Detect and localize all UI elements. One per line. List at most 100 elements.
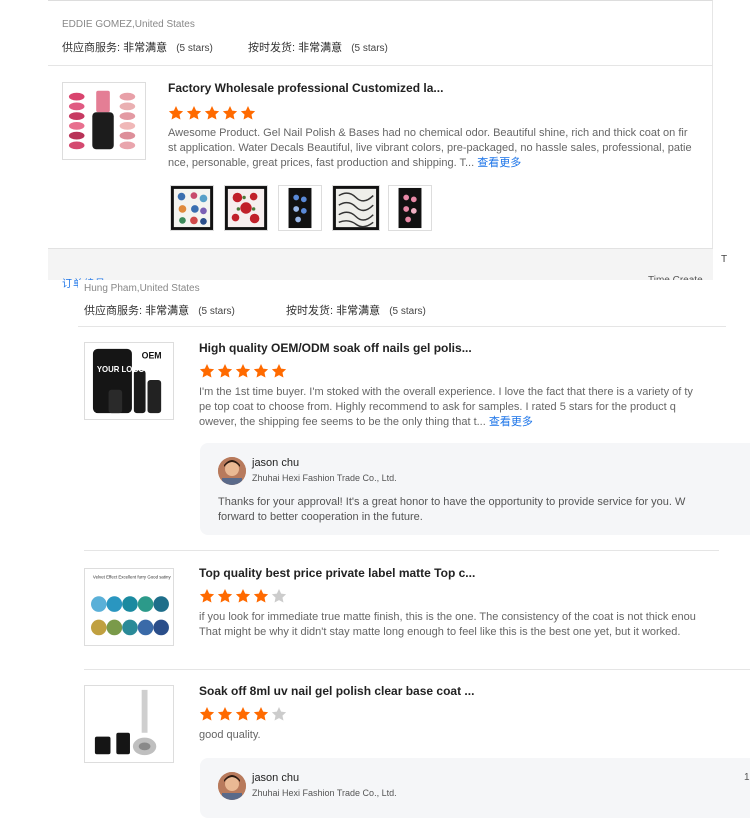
- see-more-link[interactable]: 查看更多: [477, 157, 521, 169]
- seller-reply: jason chu Zhuhai Hexi Fashion Trade Co.,…: [200, 443, 750, 535]
- review-text: Awesome Product. Gel Nail Polish & Bases…: [168, 126, 713, 171]
- product-title-link[interactable]: High quality OEM/ODM soak off nails gel …: [199, 341, 509, 355]
- image-caption: Velvet Effect Excellent furry Good satin…: [93, 575, 172, 580]
- star-icon: [235, 707, 251, 721]
- matte-polish-product-icon: Velvet Effect Excellent furry Good satin…: [85, 569, 173, 645]
- star-icon: [217, 707, 233, 721]
- review-line: good quality.: [199, 729, 261, 741]
- star-icon: [168, 106, 184, 120]
- pink-butterfly-decals-icon: [389, 186, 431, 230]
- review-card-top: EDDIE GOMEZ,United States 供应商服务: 非常满意 (5…: [48, 0, 713, 248]
- delivery-value: 非常满意: [336, 305, 381, 317]
- divider: [78, 326, 726, 327]
- star-icon: [235, 364, 251, 378]
- star-icon: [199, 707, 215, 721]
- logo-placeholder-label: YOUR LOGO: [97, 365, 145, 374]
- review-thumbnail[interactable]: [388, 185, 432, 231]
- star-icon: [186, 106, 202, 120]
- star-icon: [222, 106, 238, 120]
- product-title-link[interactable]: Soak off 8ml uv nail gel polish clear ba…: [199, 684, 509, 698]
- reply-author: jason chu: [252, 457, 300, 469]
- reply-company: Zhuhai Hexi Fashion Trade Co., Ltd.: [252, 473, 397, 483]
- review-line: I'm the 1st time buyer. I'm stoked with …: [199, 386, 693, 398]
- star-icon: [271, 589, 287, 603]
- supplier-service-stars: (5 stars): [176, 43, 213, 54]
- supplier-service-rating: 供应商服务: 非常满意 (5 stars): [84, 302, 235, 318]
- review-card-second: Hung Pham,United States 供应商服务: 非常满意 (5 s…: [78, 280, 750, 818]
- delivery-label: 按时发货:: [286, 305, 334, 317]
- review-thumbnail[interactable]: [278, 185, 322, 231]
- reviewer-name: EDDIE GOMEZ,United States: [62, 19, 195, 30]
- star-icon: [253, 589, 269, 603]
- supplier-service-stars: (5 stars): [198, 306, 235, 317]
- review-line-text: nce, personable, great prices, fast prod…: [168, 157, 475, 169]
- person-avatar-icon: [218, 772, 246, 800]
- delivery-rating: 按时发货: 非常满意 (5 stars): [248, 39, 388, 55]
- avatar: [218, 772, 246, 800]
- star-icon: [253, 364, 269, 378]
- review-line: nce, personable, great prices, fast prod…: [168, 156, 713, 171]
- review-line: if you look for immediate true matte fin…: [199, 611, 696, 623]
- butterfly-decals-icon: [171, 186, 213, 230]
- order-info-strip: 订单编号 0167156801200005 Time Create: [48, 248, 713, 290]
- gel-bottles-product-icon: OEM YOUR LOGO: [85, 343, 173, 419]
- rose-decals-icon: [225, 186, 267, 230]
- star-icon: [204, 106, 220, 120]
- star-rating: [199, 706, 289, 727]
- reply-author: jason chu: [252, 772, 300, 784]
- review-line: pe top coat to choose from. Highly recom…: [199, 401, 676, 413]
- delivery-label: 按时发货:: [248, 42, 296, 54]
- review-text: if you look for immediate true matte fin…: [199, 610, 750, 640]
- supplier-service-value: 非常满意: [123, 42, 168, 54]
- base-coat-product-icon: [85, 686, 173, 762]
- product-image[interactable]: [84, 685, 174, 763]
- blue-butterfly-decals-icon: [279, 186, 321, 230]
- reply-side-number: 1: [744, 772, 750, 783]
- divider: [48, 65, 713, 66]
- review-line: owever, the shipping fee seems to be the…: [199, 415, 750, 430]
- reply-line: forward to better cooperation in the fut…: [218, 511, 423, 523]
- star-icon: [217, 364, 233, 378]
- delivery-value: 非常满意: [298, 42, 343, 54]
- product-title-link[interactable]: Factory Wholesale professional Customize…: [168, 81, 458, 95]
- person-avatar-icon: [218, 457, 246, 485]
- supplier-service-label: 供应商服务:: [84, 305, 143, 317]
- supplier-service-rating: 供应商服务: 非常满意 (5 stars): [62, 39, 213, 55]
- avatar: [218, 457, 246, 485]
- star-rating: [199, 588, 289, 609]
- nail-polish-product-icon: [63, 83, 145, 159]
- review-text: I'm the 1st time buyer. I'm stoked with …: [199, 385, 750, 430]
- review-thumbnail[interactable]: [332, 185, 380, 231]
- star-icon: [199, 364, 215, 378]
- review-line: That might be why it didn't stay matte l…: [199, 626, 681, 638]
- star-icon: [235, 589, 251, 603]
- divider: [84, 550, 719, 551]
- review-line: st application. Water Decals Beautiful, …: [168, 142, 692, 154]
- product-image[interactable]: [62, 82, 146, 160]
- star-icon: [199, 589, 215, 603]
- see-more-link[interactable]: 查看更多: [489, 416, 533, 428]
- supplier-service-value: 非常满意: [145, 305, 190, 317]
- star-rating: [168, 105, 258, 126]
- delivery-rating: 按时发货: 非常满意 (5 stars): [286, 302, 426, 318]
- oem-label: OEM: [142, 351, 162, 361]
- review-thumbnail[interactable]: [224, 185, 268, 231]
- lace-pattern-decals-icon: [333, 186, 379, 230]
- product-title-link[interactable]: Top quality best price private label mat…: [199, 566, 509, 580]
- review-line-text: owever, the shipping fee seems to be the…: [199, 416, 486, 428]
- product-image[interactable]: Velvet Effect Excellent furry Good satin…: [84, 568, 174, 646]
- star-icon: [240, 106, 256, 120]
- reply-line: Thanks for your approval! It's a great h…: [218, 496, 686, 508]
- reviewer-name: Hung Pham,United States: [84, 283, 200, 294]
- supplier-service-label: 供应商服务:: [62, 42, 121, 54]
- star-rating: [199, 363, 289, 384]
- review-line: Awesome Product. Gel Nail Polish & Bases…: [168, 127, 688, 139]
- star-icon: [271, 364, 287, 378]
- reply-text: Thanks for your approval! It's a great h…: [218, 495, 750, 525]
- delivery-stars: (5 stars): [389, 306, 426, 317]
- product-image[interactable]: OEM YOUR LOGO: [84, 342, 174, 420]
- side-label-cut: T: [721, 254, 728, 265]
- star-icon: [253, 707, 269, 721]
- review-thumbnail[interactable]: [170, 185, 214, 231]
- star-icon: [271, 707, 287, 721]
